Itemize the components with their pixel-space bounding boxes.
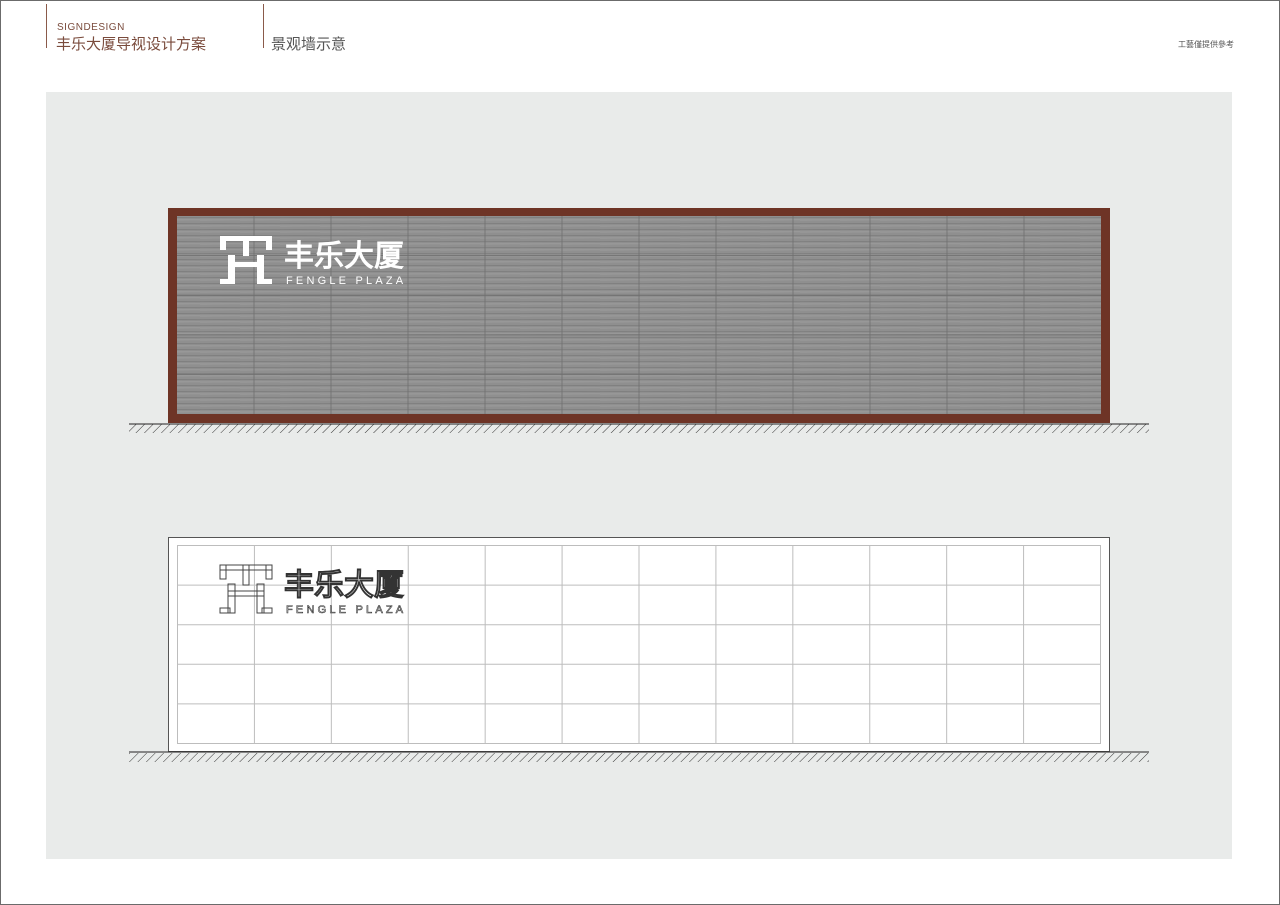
line-elevation: 丰乐大厦 FENGLE PLAZA bbox=[129, 537, 1149, 762]
rendered-elevation: 丰乐大厦 FENGLE PLAZA bbox=[129, 208, 1149, 433]
logo-name-en: FENGLE PLAZA bbox=[286, 275, 406, 287]
ground-hatch-bottom bbox=[129, 753, 1149, 762]
logo-name-cn-outline: 丰乐大厦 bbox=[284, 568, 404, 603]
logo-name-cn: 丰乐大厦 bbox=[284, 239, 404, 274]
logo-name-en-outline: FENGLE PLAZA bbox=[286, 604, 406, 616]
elevation-drawings: 丰乐大厦 FENGLE PLAZA 丰乐大厦 FENGLE PLAZA bbox=[129, 208, 1149, 762]
ground-hatch-top bbox=[129, 424, 1149, 433]
